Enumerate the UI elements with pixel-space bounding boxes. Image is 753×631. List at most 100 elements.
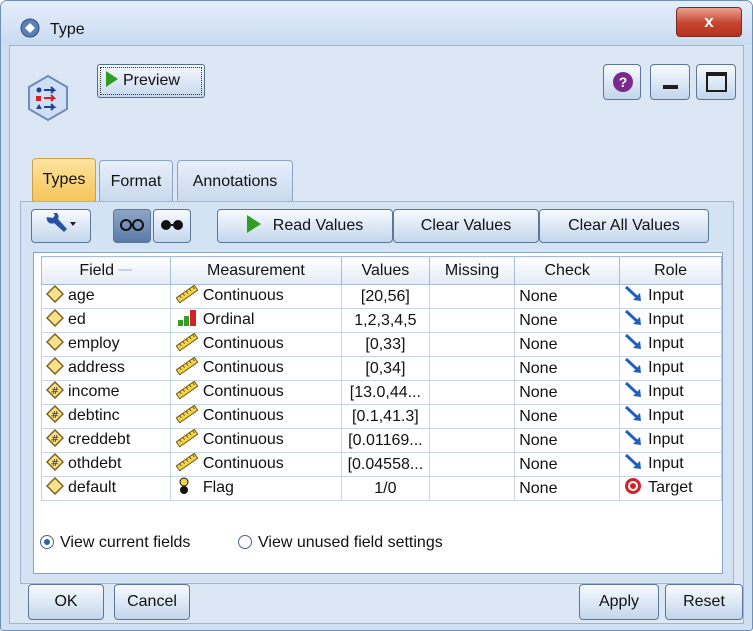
measurement-cell[interactable]: Continuous: [169, 452, 343, 477]
glasses-icon: [120, 219, 144, 231]
measurement-cell[interactable]: Continuous: [169, 332, 343, 357]
clear-all-values-button[interactable]: Clear All Values: [539, 209, 709, 243]
close-button[interactable]: x: [676, 7, 742, 37]
missing-cell[interactable]: [428, 332, 516, 357]
apply-button[interactable]: Apply: [579, 584, 659, 620]
read-values-button[interactable]: Read Values: [217, 209, 393, 243]
minimize-button[interactable]: [650, 64, 690, 100]
column-header-measurement[interactable]: Measurement: [169, 256, 343, 285]
check-cell[interactable]: None: [514, 332, 621, 357]
field-cell[interactable]: employ: [41, 332, 171, 357]
help-button[interactable]: ?: [603, 64, 641, 100]
missing-cell[interactable]: [428, 404, 516, 429]
field-cell[interactable]: default: [41, 476, 171, 501]
reset-button[interactable]: Reset: [665, 584, 743, 620]
diamond-icon: [45, 309, 65, 332]
measurement-cell[interactable]: Flag: [169, 476, 343, 501]
tab-format[interactable]: Format: [99, 160, 173, 201]
missing-cell[interactable]: [428, 380, 516, 405]
preview-button[interactable]: Preview: [97, 64, 205, 98]
check-cell[interactable]: None: [514, 404, 621, 429]
role-cell[interactable]: Input: [619, 380, 722, 405]
radio-selected-icon[interactable]: [40, 535, 54, 549]
missing-cell[interactable]: [428, 428, 516, 453]
radio-unselected-icon[interactable]: [238, 535, 252, 549]
column-header-missing[interactable]: Missing: [428, 256, 516, 285]
values-cell[interactable]: [0.04558...: [341, 452, 430, 477]
column-header-field[interactable]: Field: [41, 256, 171, 285]
measurement-cell[interactable]: Continuous: [169, 356, 343, 381]
field-cell[interactable]: # othdebt: [41, 452, 171, 477]
hide-fields-toggle[interactable]: [153, 209, 191, 243]
field-cell[interactable]: # debtinc: [41, 404, 171, 429]
column-header-values[interactable]: Values: [341, 256, 430, 285]
missing-cell[interactable]: [428, 452, 516, 477]
missing-cell[interactable]: [428, 476, 516, 501]
values-cell[interactable]: 1/0: [341, 476, 430, 501]
ok-button[interactable]: OK: [28, 584, 104, 620]
check-cell[interactable]: None: [514, 428, 621, 453]
view-current-fields-option[interactable]: View current fields: [40, 534, 190, 552]
clear-values-button[interactable]: Clear Values: [393, 209, 539, 243]
missing-cell[interactable]: [428, 308, 516, 333]
field-cell[interactable]: # income: [41, 380, 171, 405]
diamond-icon: [45, 477, 65, 500]
type-dialog-window: Type x Preview ? Types Format Annotation…: [0, 0, 753, 631]
role-cell[interactable]: Input: [619, 428, 722, 453]
column-header-role[interactable]: Role: [619, 256, 722, 285]
role-value: Input: [648, 359, 684, 376]
measurement-cell[interactable]: Continuous: [169, 284, 343, 309]
field-cell[interactable]: address: [41, 356, 171, 381]
field-cell[interactable]: # creddebt: [41, 428, 171, 453]
field-cell[interactable]: ed: [41, 308, 171, 333]
missing-cell[interactable]: [428, 284, 516, 309]
tab-types[interactable]: Types: [32, 158, 96, 202]
measurement-cell[interactable]: Continuous: [169, 380, 343, 405]
check-cell[interactable]: None: [514, 380, 621, 405]
check-cell[interactable]: None: [514, 284, 621, 309]
field-cell[interactable]: age: [41, 284, 171, 309]
check-cell[interactable]: None: [514, 308, 621, 333]
check-cell[interactable]: None: [514, 476, 621, 501]
role-cell[interactable]: Input: [619, 356, 722, 381]
values-cell[interactable]: 1,2,3,4,5: [341, 308, 430, 333]
ruler-icon: [175, 405, 199, 428]
table-body: age Continuous [20,56] None Input ed Ordinal 1,…: [41, 284, 722, 501]
view-unused-fields-option[interactable]: View unused field settings: [238, 534, 443, 552]
title-bar[interactable]: Type x: [1, 1, 752, 45]
table-row[interactable]: # creddebt Continuous [0.01169... None Input: [41, 428, 722, 453]
measurement-cell[interactable]: Ordinal: [169, 308, 343, 333]
table-row[interactable]: # debtinc Continuous [0.1,41.3] None Input: [41, 404, 722, 429]
values-cell[interactable]: [0,34]: [341, 356, 430, 381]
role-cell[interactable]: Input: [619, 308, 722, 333]
values-cell[interactable]: [0.1,41.3]: [341, 404, 430, 429]
measurement-cell[interactable]: Continuous: [169, 428, 343, 453]
values-cell[interactable]: [13.0,44...: [341, 380, 430, 405]
maximize-button[interactable]: [696, 64, 736, 100]
role-cell[interactable]: Input: [619, 284, 722, 309]
table-row[interactable]: ed Ordinal 1,2,3,4,5 None Input: [41, 308, 722, 333]
measurement-cell[interactable]: Continuous: [169, 404, 343, 429]
column-header-check[interactable]: Check: [514, 256, 621, 285]
cancel-button[interactable]: Cancel: [114, 584, 190, 620]
check-cell[interactable]: None: [514, 356, 621, 381]
role-cell[interactable]: Target: [619, 476, 722, 501]
values-cell[interactable]: [0.01169...: [341, 428, 430, 453]
table-row[interactable]: address Continuous [0,34] None Input: [41, 356, 722, 381]
check-cell[interactable]: None: [514, 452, 621, 477]
table-row[interactable]: employ Continuous [0,33] None Input: [41, 332, 722, 357]
table-row[interactable]: # income Continuous [13.0,44... None Input: [41, 380, 722, 405]
missing-cell[interactable]: [428, 356, 516, 381]
field-name: ed: [68, 311, 86, 328]
role-cell[interactable]: Input: [619, 404, 722, 429]
table-row[interactable]: # othdebt Continuous [0.04558... None Input: [41, 452, 722, 477]
tools-menu-button[interactable]: [31, 209, 91, 243]
role-cell[interactable]: Input: [619, 452, 722, 477]
tab-annotations[interactable]: Annotations: [177, 160, 293, 201]
table-row[interactable]: age Continuous [20,56] None Input: [41, 284, 722, 309]
values-cell[interactable]: [20,56]: [341, 284, 430, 309]
show-fields-toggle[interactable]: [113, 209, 151, 243]
table-row[interactable]: default Flag 1/0 None Target: [41, 476, 722, 501]
role-cell[interactable]: Input: [619, 332, 722, 357]
values-cell[interactable]: [0,33]: [341, 332, 430, 357]
